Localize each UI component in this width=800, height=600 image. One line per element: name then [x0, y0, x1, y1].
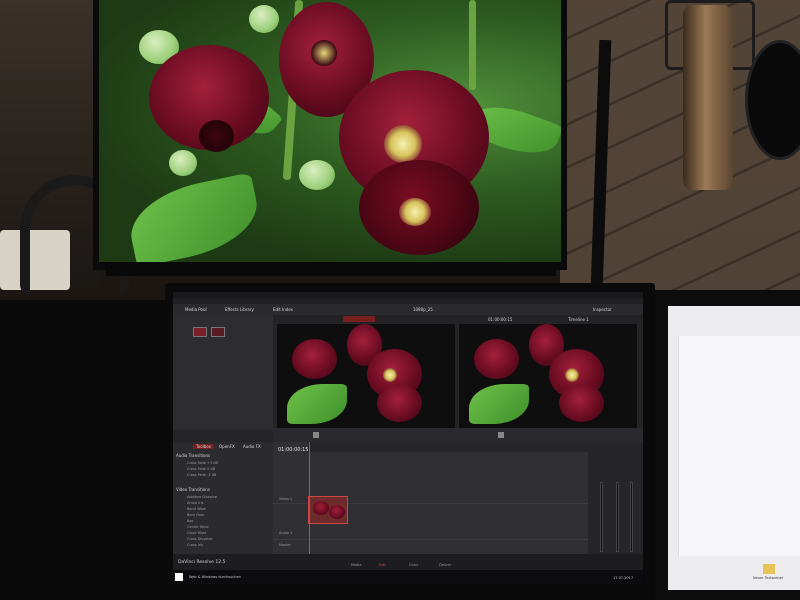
leaf — [469, 384, 529, 424]
flower-center — [383, 368, 397, 382]
media-pool-button[interactable]: Media Pool — [185, 307, 207, 312]
flower-center — [384, 125, 422, 163]
flower-center — [311, 40, 337, 66]
effect-item[interactable]: Cross Dissolve — [187, 537, 212, 541]
flower — [559, 384, 604, 422]
video-clip[interactable] — [308, 496, 348, 524]
flower-bud — [169, 150, 197, 176]
left-speaker — [0, 300, 170, 600]
taskbar-search[interactable]: Web & Windows durchsuchen — [189, 575, 241, 579]
video-transitions-header: Video Transitions — [176, 487, 210, 492]
flower-bud — [249, 5, 279, 33]
fader[interactable] — [630, 482, 633, 552]
flower — [292, 339, 337, 379]
clip-thumbnail[interactable] — [193, 327, 207, 337]
timeline-panel[interactable]: 01:00:00:15 Video 1 Audio 1 Master — [273, 442, 588, 570]
audio-track — [273, 526, 588, 540]
tv-screen — [99, 0, 561, 262]
timeline-ruler[interactable] — [308, 442, 588, 452]
effect-item[interactable]: Cross Fade 0 dB — [187, 467, 215, 471]
fader[interactable] — [600, 482, 603, 552]
effects-library-button[interactable]: Effects Library — [225, 307, 254, 312]
master-track-label: Master — [279, 543, 291, 547]
folder-label: Neuer Textordner — [753, 576, 784, 580]
leaf — [123, 172, 265, 262]
flower-center — [565, 368, 579, 382]
page-media[interactable]: Media — [351, 563, 362, 567]
viewer-header: 01:00:00:15 Timeline 1 — [273, 315, 643, 323]
effect-item[interactable]: Cross Fade -3 dB — [187, 473, 216, 477]
windows-start-icon[interactable] — [175, 573, 183, 581]
folder-icon[interactable] — [763, 564, 775, 574]
flower — [474, 339, 519, 379]
effect-item[interactable]: Arrow Iris — [187, 501, 204, 505]
desktop-window — [678, 336, 800, 556]
fader[interactable] — [616, 482, 619, 552]
effect-item[interactable]: Cross Fade +3 dB — [187, 461, 218, 465]
timeline-thumbnail[interactable] — [211, 327, 225, 337]
page-deliver[interactable]: Deliver — [439, 563, 451, 567]
edit-index-button[interactable]: Edit Index — [273, 307, 293, 312]
product-name: DaVinci Resolve 12.5 — [178, 560, 226, 565]
page-edit[interactable]: Edit — [379, 563, 386, 567]
project-title: 1080p_25 — [413, 307, 433, 312]
timeline-timecode: 01:00:00:15 — [278, 447, 309, 453]
effect-item[interactable]: Band Wipe — [187, 507, 206, 511]
audio-track-label: Audio 1 — [279, 531, 293, 535]
tab-audio-fx[interactable]: Audio FX — [243, 444, 261, 449]
top-toolbar: Media Pool Effects Library Edit Index 10… — [173, 304, 643, 315]
inspector-button[interactable]: Inspector — [593, 307, 612, 312]
audio-transitions-header: Audio Transitions — [176, 453, 211, 458]
tab-toolbox[interactable]: Toolbox — [193, 444, 214, 449]
effect-item[interactable]: Box — [187, 519, 194, 523]
flower-bud — [299, 160, 335, 190]
tab-openfx[interactable]: OpenFX — [219, 444, 235, 449]
play-icon[interactable] — [313, 432, 319, 438]
clip-name-tab[interactable] — [343, 316, 375, 322]
flower-center — [399, 198, 431, 226]
microphone — [683, 5, 733, 190]
timeline-name: Timeline 1 — [568, 317, 589, 322]
effect-item[interactable]: Clock Wipe — [187, 531, 206, 535]
effect-item[interactable]: Barn Door — [187, 513, 205, 517]
transport-controls — [273, 428, 643, 442]
effect-item[interactable]: Cross Iris — [187, 543, 203, 547]
effect-item[interactable]: Center Wipe — [187, 525, 209, 529]
effects-library-panel: Toolbox OpenFX Audio FX Audio Transition… — [173, 442, 273, 570]
media-pool-panel — [173, 315, 273, 430]
page-color[interactable]: Color — [409, 563, 418, 567]
flower-center — [199, 120, 234, 152]
effect-item[interactable]: Additive Dissolve — [187, 495, 217, 499]
clip-flower — [329, 505, 345, 519]
page-navigation: DaVinci Resolve 12.5 Media Edit Color De… — [173, 554, 643, 570]
leaf — [287, 384, 347, 424]
flower — [377, 384, 422, 422]
video-track-label: Video 1 — [279, 497, 293, 501]
windows-taskbar: Web & Windows durchsuchen 17.07.2017 — [173, 570, 643, 584]
timeline-viewer[interactable] — [459, 324, 637, 428]
stem — [469, 0, 476, 90]
source-viewer[interactable] — [277, 324, 455, 428]
taskbar-date: 17.07.2017 — [613, 576, 634, 580]
clip-flower — [313, 501, 329, 515]
resolve-app: Media Pool Effects Library Edit Index 10… — [173, 292, 643, 584]
playhead[interactable] — [309, 442, 310, 570]
play-icon[interactable] — [498, 432, 504, 438]
audio-mixer — [588, 442, 643, 570]
right-monitor-screen: Neuer Textordner — [668, 306, 800, 590]
tv-bottom-bezel — [106, 262, 556, 276]
viewer-timecode: 01:00:00:15 — [488, 317, 513, 322]
